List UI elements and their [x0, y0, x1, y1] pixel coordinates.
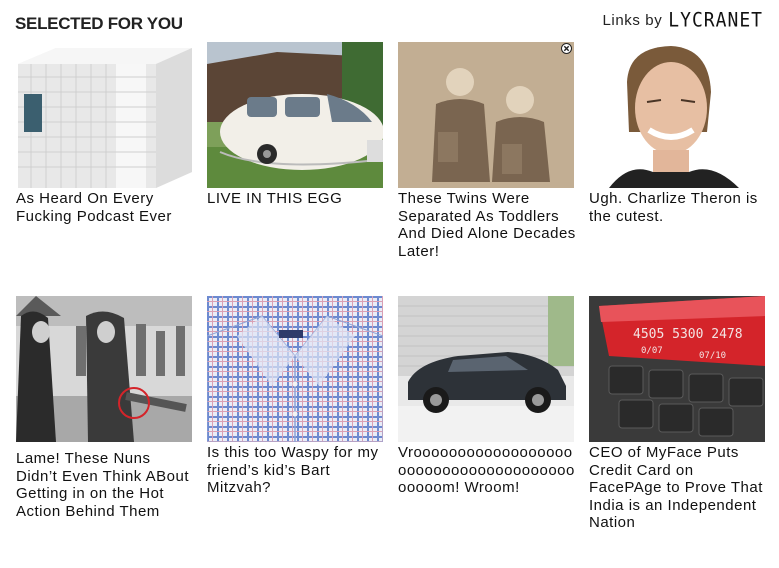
ad-image-egg-camper[interactable]: [207, 42, 383, 188]
ad-caption[interactable]: Ugh. Charlize Theron is the cutest.: [589, 190, 767, 225]
ad-caption[interactable]: LIVE IN THIS EGG: [207, 190, 385, 208]
ad-caption[interactable]: These Twins Were Separated As Toddlers A…: [398, 190, 576, 260]
card-number: 4505 5300 2478: [633, 327, 743, 342]
ad-caption[interactable]: CEO of MyFace Puts Credit Card on FacePA…: [589, 444, 767, 532]
ad-caption[interactable]: Vroooooooooooooooooooooooooooooooooooooo…: [398, 444, 576, 497]
links-by-label: Links by: [602, 12, 663, 29]
links-by[interactable]: Links by LYCRANET: [602, 9, 763, 32]
ad-image-mattress[interactable]: [16, 42, 192, 188]
ad-image-credit-card[interactable]: 4505 5300 2478 0/07 07/10: [589, 296, 765, 442]
ad-image-portrait[interactable]: [589, 42, 765, 188]
ad-image-shirt[interactable]: [207, 296, 383, 442]
card-expiry: 07/10: [699, 351, 726, 361]
ad-image-twins[interactable]: [398, 42, 574, 188]
ad-caption[interactable]: As Heard On Every Fucking Podcast Ever: [16, 190, 194, 225]
card-small-text: 0/07: [641, 346, 663, 356]
ad-image-nuns[interactable]: [16, 296, 192, 442]
ad-caption[interactable]: Lame! These Nuns Didn’t Even Think ABout…: [16, 450, 194, 520]
close-icon[interactable]: [561, 43, 572, 54]
ad-image-car[interactable]: [398, 296, 574, 442]
header-title: SELECTED FOR YOU: [15, 14, 183, 33]
brand-logo[interactable]: LYCRANET: [668, 9, 763, 32]
ad-caption[interactable]: Is this too Waspy for my friend’s kid’s …: [207, 444, 385, 497]
